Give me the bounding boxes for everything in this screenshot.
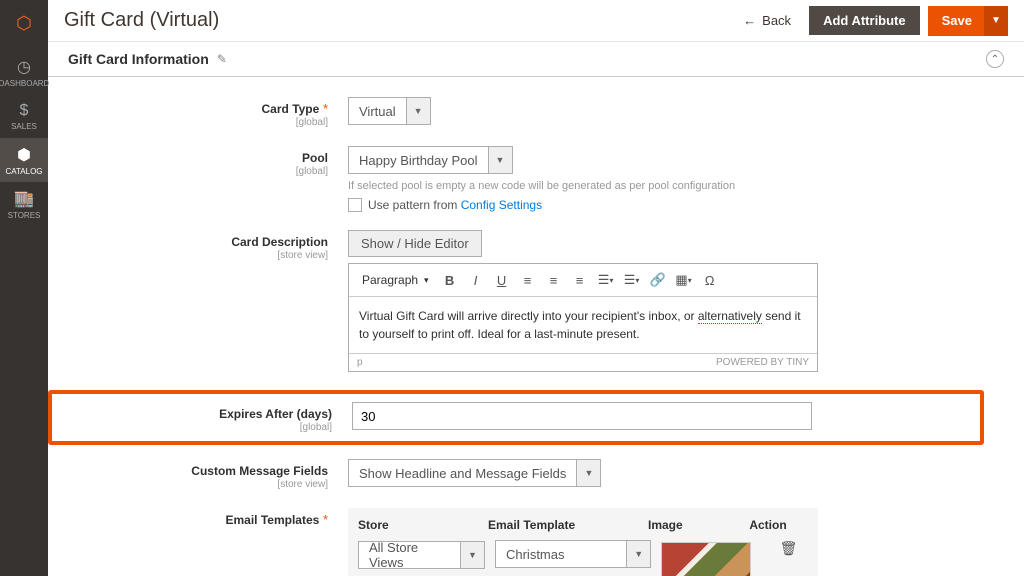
underline-icon[interactable]: U bbox=[490, 268, 514, 292]
template-image-thumbnail[interactable]: 🗑 bbox=[661, 542, 751, 576]
editor-content[interactable]: Virtual Gift Card will arrive directly i… bbox=[349, 297, 817, 353]
scope-global: [global] bbox=[48, 166, 328, 177]
scope-global: [global] bbox=[52, 422, 332, 433]
th-template: Email Template bbox=[488, 518, 648, 532]
config-settings-link[interactable]: Config Settings bbox=[461, 198, 542, 212]
bullet-list-icon[interactable]: ☰▾ bbox=[594, 268, 618, 292]
nav-label: DASHBOARD bbox=[0, 79, 49, 88]
save-label: Save bbox=[942, 13, 972, 28]
paragraph-select[interactable]: Paragraph▾ bbox=[355, 269, 436, 291]
trash-icon[interactable]: 🗑 bbox=[780, 540, 798, 556]
pool-label: Pool bbox=[302, 151, 328, 165]
select-value: Virtual bbox=[349, 104, 406, 119]
chevron-down-icon: ▼ bbox=[406, 98, 430, 124]
gauge-icon: ◷ bbox=[17, 57, 31, 77]
use-pattern-checkbox[interactable] bbox=[348, 198, 362, 212]
th-image: Image bbox=[648, 518, 748, 532]
card-type-label: Card Type bbox=[262, 102, 320, 116]
template-row: All Store Views ▼ Christmas ▼ bbox=[358, 540, 808, 576]
th-action: Action bbox=[748, 518, 788, 532]
required-asterisk: * bbox=[323, 101, 328, 116]
back-button[interactable]: ← Back bbox=[733, 7, 801, 34]
nav-sales[interactable]: $ SALES bbox=[0, 94, 48, 138]
bold-icon[interactable]: B bbox=[438, 268, 462, 292]
chevron-down-icon: ▼ bbox=[460, 542, 484, 568]
align-center-icon[interactable]: ≡ bbox=[542, 268, 566, 292]
align-left-icon[interactable]: ≡ bbox=[516, 268, 540, 292]
align-right-icon[interactable]: ≡ bbox=[568, 268, 592, 292]
add-attribute-button[interactable]: Add Attribute bbox=[809, 6, 920, 35]
arrow-left-icon: ← bbox=[743, 13, 756, 28]
pool-select[interactable]: Happy Birthday Pool ▼ bbox=[348, 146, 513, 174]
required-asterisk: * bbox=[323, 512, 328, 527]
nav-label: SALES bbox=[11, 122, 37, 131]
custom-msg-select[interactable]: Show Headline and Message Fields ▼ bbox=[348, 459, 601, 487]
back-label: Back bbox=[762, 13, 791, 28]
scope-storeview: [store view] bbox=[48, 250, 328, 261]
magento-logo-icon: ⬡ bbox=[9, 8, 39, 38]
custom-msg-label: Custom Message Fields bbox=[191, 464, 328, 478]
pencil-icon[interactable]: ✎ bbox=[217, 52, 227, 66]
nav-dashboard[interactable]: ◷ DASHBOARD bbox=[0, 50, 48, 94]
select-value: Happy Birthday Pool bbox=[349, 153, 488, 168]
collapse-icon[interactable]: ⌃ bbox=[986, 50, 1004, 68]
checkbox-label: Use pattern from Config Settings bbox=[368, 198, 542, 212]
wysiwyg-editor: Paragraph▾ B I U ≡ ≡ ≡ ☰▾ ☰▾ 🔗 ▦▾ Ω bbox=[348, 263, 818, 372]
card-type-select[interactable]: Virtual ▼ bbox=[348, 97, 431, 125]
save-dropdown-toggle[interactable]: ▼ bbox=[984, 6, 1008, 36]
select-value: Christmas bbox=[496, 547, 626, 562]
select-value: All Store Views bbox=[359, 540, 460, 570]
link-icon[interactable]: 🔗 bbox=[646, 268, 670, 292]
chevron-down-icon: ▼ bbox=[626, 541, 650, 567]
italic-icon[interactable]: I bbox=[464, 268, 488, 292]
email-templates-label: Email Templates bbox=[225, 513, 319, 527]
number-list-icon[interactable]: ☰▾ bbox=[620, 268, 644, 292]
nav-stores[interactable]: 🏬 STORES bbox=[0, 182, 48, 226]
email-template-select[interactable]: Christmas ▼ bbox=[495, 540, 651, 568]
table-icon[interactable]: ▦▾ bbox=[672, 268, 696, 292]
nav-label: CATALOG bbox=[5, 167, 42, 176]
powered-by: POWERED BY TINY bbox=[716, 357, 809, 368]
show-hide-editor-button[interactable]: Show / Hide Editor bbox=[348, 230, 482, 257]
store-select[interactable]: All Store Views ▼ bbox=[358, 541, 485, 569]
select-value: Show Headline and Message Fields bbox=[349, 466, 576, 481]
save-button[interactable]: Save ▼ bbox=[928, 6, 1008, 36]
nav-catalog[interactable]: ⬢ CATALOG bbox=[0, 138, 48, 182]
package-icon: ⬢ bbox=[17, 145, 31, 165]
pool-hint: If selected pool is empty a new code wil… bbox=[348, 180, 828, 192]
chevron-down-icon: ▼ bbox=[576, 460, 600, 486]
page-title: Gift Card (Virtual) bbox=[64, 9, 733, 32]
chevron-down-icon: ▼ bbox=[488, 147, 512, 173]
th-store: Store bbox=[358, 518, 488, 532]
scope-storeview: [store view] bbox=[48, 479, 328, 490]
expires-input[interactable] bbox=[352, 402, 812, 430]
storefront-icon: 🏬 bbox=[14, 189, 34, 209]
section-title: Gift Card Information bbox=[68, 51, 209, 67]
card-description-label: Card Description bbox=[231, 235, 328, 249]
dollar-icon: $ bbox=[20, 102, 29, 120]
special-char-icon[interactable]: Ω bbox=[698, 268, 722, 292]
nav-label: STORES bbox=[8, 211, 41, 220]
scope-global: [global] bbox=[48, 117, 328, 128]
expires-label: Expires After (days) bbox=[219, 407, 332, 421]
